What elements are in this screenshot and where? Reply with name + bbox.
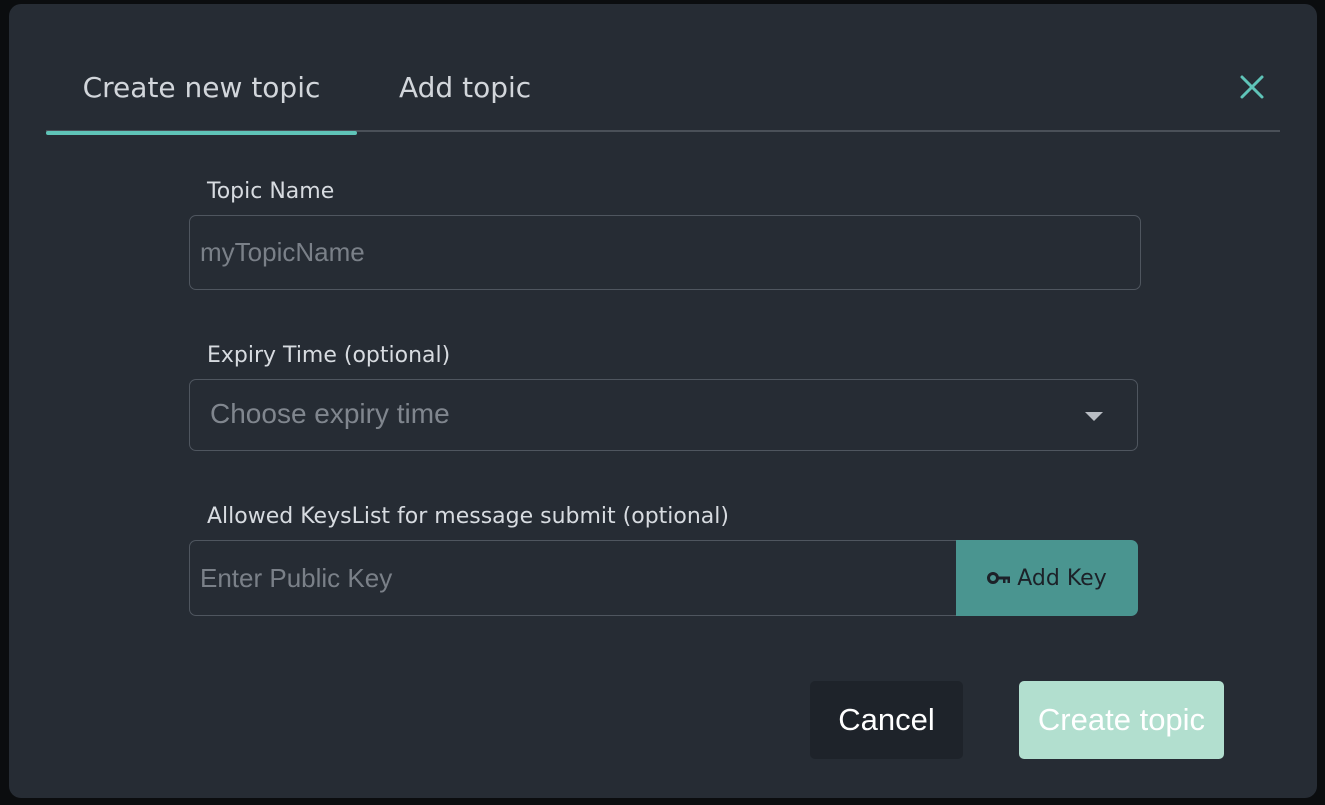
tab-create-new-topic-label: Create new topic <box>82 71 321 104</box>
expiry-time-label: Expiry Time (optional) <box>207 343 451 368</box>
close-icon <box>1240 75 1264 99</box>
tab-create-new-topic[interactable]: Create new topic <box>46 71 357 135</box>
dropdown-arrow-icon <box>1085 412 1103 421</box>
topic-name-input[interactable] <box>190 216 1140 289</box>
public-key-input[interactable] <box>190 541 957 615</box>
tab-add-topic-label: Add topic <box>399 71 532 104</box>
public-key-field <box>189 540 957 616</box>
active-tab-indicator <box>46 131 357 135</box>
allowed-keys-label: Allowed KeysList for message submit (opt… <box>207 504 729 529</box>
tab-add-topic[interactable]: Add topic <box>399 71 531 132</box>
create-topic-dialog: Create new topic Add topic Topic Name Ex… <box>9 4 1317 798</box>
allowed-keys-row: Add Key <box>189 540 1138 616</box>
create-topic-button[interactable]: Create topic <box>1019 681 1224 759</box>
add-key-label: Add Key <box>1017 565 1107 591</box>
tab-bar: Create new topic Add topic <box>46 64 1280 135</box>
topic-name-field <box>189 215 1141 290</box>
expiry-time-select[interactable]: Choose expiry time <box>189 379 1138 451</box>
key-icon <box>987 572 1011 584</box>
add-key-button[interactable]: Add Key <box>956 540 1138 616</box>
expiry-time-placeholder: Choose expiry time <box>210 398 450 429</box>
close-button[interactable] <box>1237 72 1267 102</box>
cancel-button[interactable]: Cancel <box>810 681 963 759</box>
topic-name-label: Topic Name <box>207 179 335 204</box>
